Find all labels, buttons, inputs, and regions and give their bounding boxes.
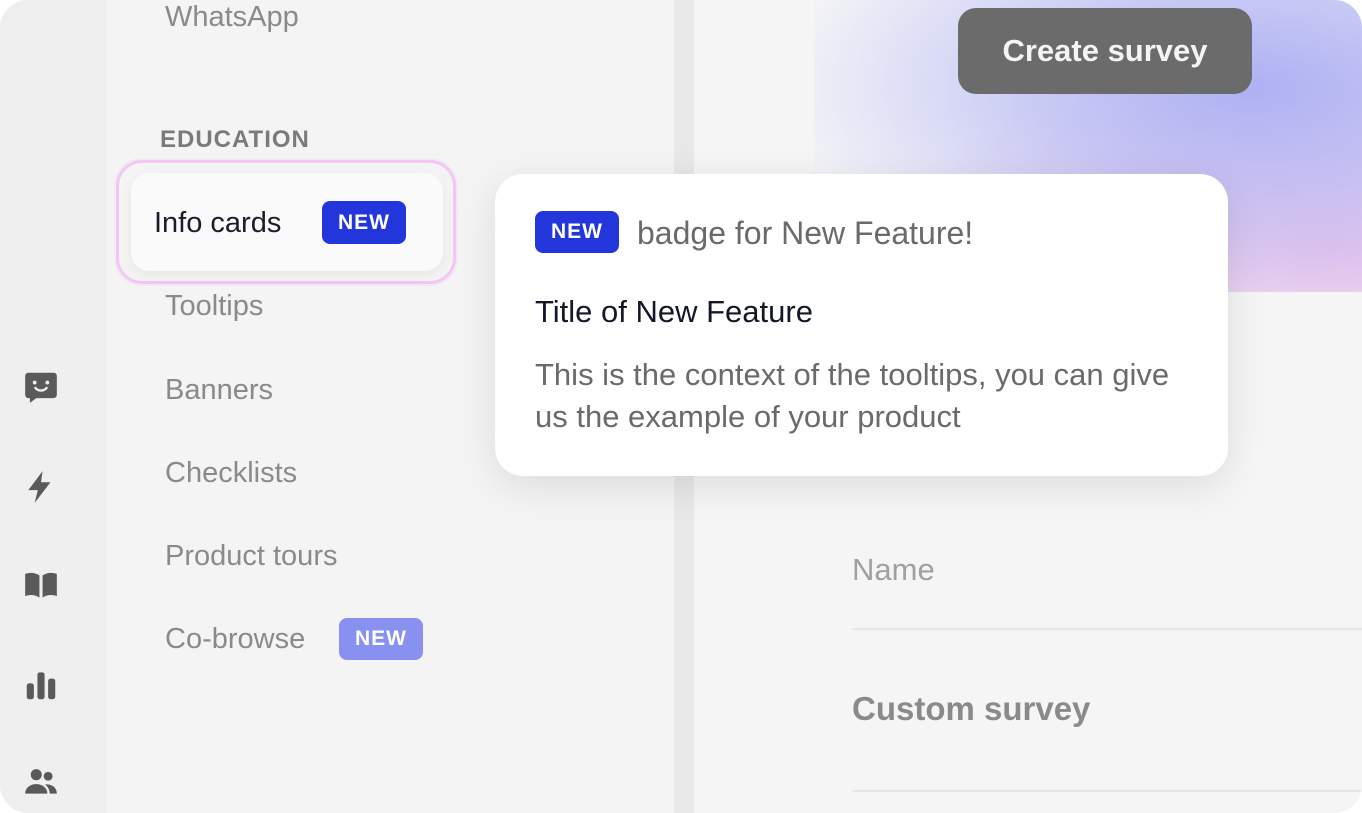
- sidebar-item-label: WhatsApp: [165, 0, 299, 33]
- lightning-icon[interactable]: [20, 466, 62, 508]
- sidebar-item-label: Tooltips: [165, 289, 264, 322]
- sidebar-item-whatsapp[interactable]: WhatsApp: [165, 0, 299, 37]
- sidebar-item-banners[interactable]: Banners: [165, 370, 273, 410]
- table-divider: [852, 628, 1362, 630]
- icon-rail: [0, 0, 106, 813]
- table-divider: [852, 790, 1362, 792]
- new-badge: NEW: [322, 201, 406, 244]
- create-survey-button[interactable]: Create survey: [958, 8, 1252, 94]
- sidebar-item-co-browse[interactable]: Co-browse: [165, 619, 305, 659]
- sidebar-item-label: Checklists: [165, 456, 298, 489]
- sidebar-item-product-tours[interactable]: Product tours: [165, 536, 337, 576]
- section-title-education: EDUCATION: [160, 126, 310, 153]
- tooltip-title: Title of New Feature: [535, 294, 813, 329]
- column-header-name: Name: [852, 552, 935, 587]
- book-icon[interactable]: [20, 564, 62, 606]
- sidebar-item-checklists[interactable]: Checklists: [165, 453, 297, 493]
- sidebar-item-info-cards[interactable]: Info cards: [154, 203, 281, 243]
- users-icon[interactable]: [20, 760, 62, 802]
- sidebar-item-label: Banners: [165, 373, 274, 406]
- sidebar-item-label: Product tours: [165, 539, 338, 572]
- app-window: WhatsApp EDUCATION Info cards NEW Toolti…: [0, 0, 1362, 813]
- bar-chart-icon[interactable]: [20, 664, 62, 706]
- sidebar-item-tooltips[interactable]: Tooltips: [165, 286, 263, 326]
- table-row-custom-survey[interactable]: Custom survey: [852, 690, 1090, 728]
- chat-smile-icon[interactable]: [20, 366, 62, 408]
- sidebar-item-label: Info cards: [154, 206, 282, 239]
- badge-caption: badge for New Feature!: [637, 214, 974, 251]
- new-badge: NEW: [339, 618, 423, 660]
- tooltip-body: This is the context of the tooltips, you…: [535, 357, 1170, 434]
- new-badge: NEW: [535, 211, 619, 253]
- sidebar-item-label: Co-browse: [165, 622, 306, 655]
- info-card-tooltip: NEW badge for New Feature! Title of New …: [495, 174, 1228, 476]
